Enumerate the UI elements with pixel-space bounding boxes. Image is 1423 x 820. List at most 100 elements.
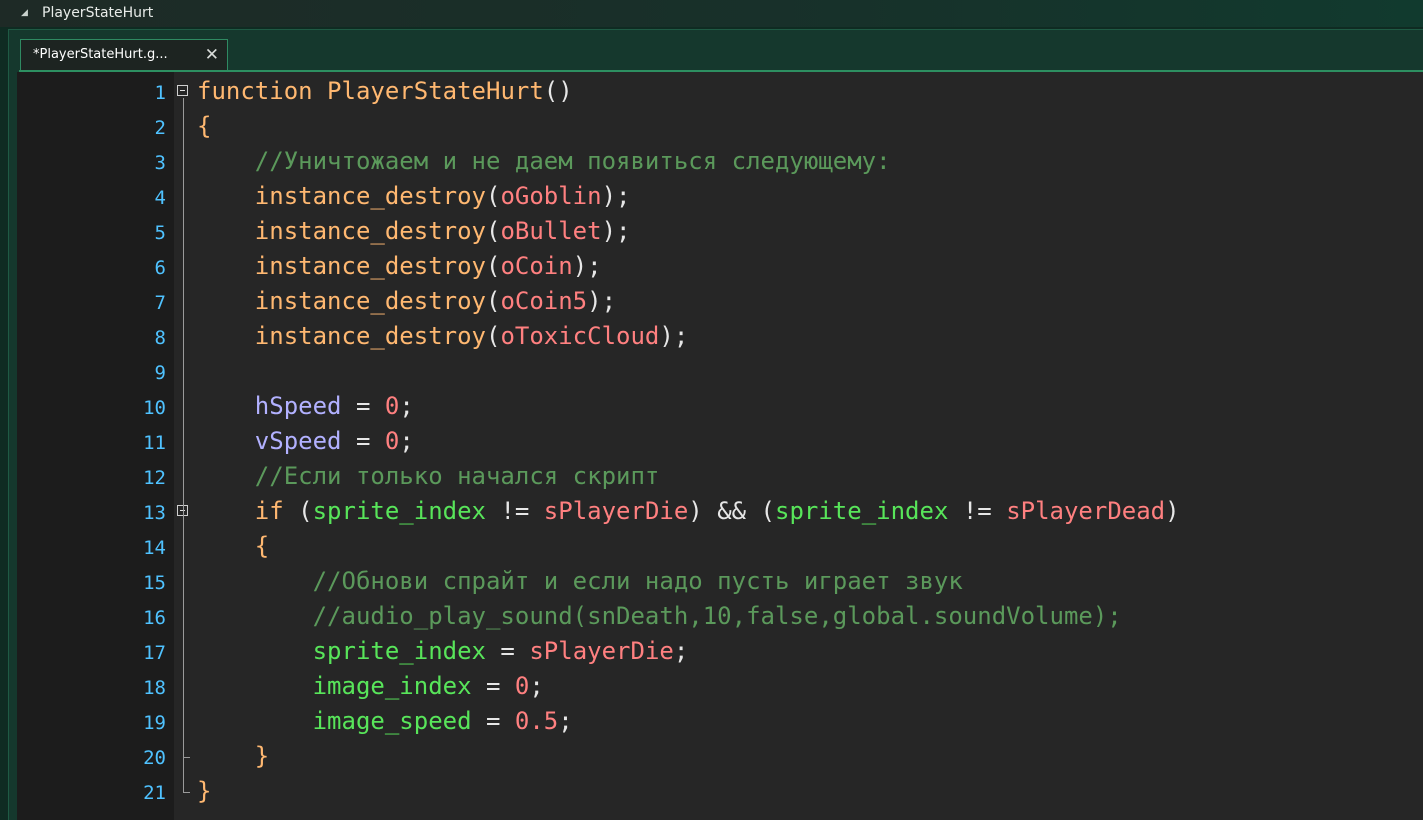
code-token: if: [254, 497, 284, 525]
code-token: ): [1165, 497, 1180, 525]
code-token: //Обнови спрайт и если надо пусть играет…: [312, 567, 963, 595]
fold-end-tick: [183, 757, 190, 758]
code-token: sPlayerDie: [543, 497, 689, 525]
code-line[interactable]: 10 hSpeed = 0;: [17, 389, 1423, 424]
code-token: (): [543, 77, 573, 105]
code-token: 0: [384, 392, 400, 420]
code-line[interactable]: 4 instance_destroy(oGoblin);: [17, 179, 1423, 214]
code-editor[interactable]: 1 function PlayerStateHurt() 2{3 //Уничтож…: [17, 72, 1423, 820]
code-text: instance_destroy(oBullet);: [197, 214, 631, 249]
line-number: 16: [143, 607, 166, 629]
code-line[interactable]: 1 function PlayerStateHurt(): [17, 74, 1423, 109]
code-line[interactable]: 2{: [17, 109, 1423, 144]
line-number: 10: [143, 397, 166, 419]
code-text: image_speed = 0.5;: [197, 704, 573, 739]
code-line[interactable]: 18 image_index = 0;: [17, 669, 1423, 704]
line-number: 17: [143, 642, 166, 664]
code-text: function PlayerStateHurt(): [197, 74, 573, 109]
code-line[interactable]: 3 //Уничтожаем и не даем появиться следу…: [17, 144, 1423, 179]
code-line[interactable]: 17 sprite_index = sPlayerDie;: [17, 634, 1423, 669]
code-line[interactable]: 6 instance_destroy(oCoin);: [17, 249, 1423, 284]
code-token: );: [601, 217, 631, 245]
code-token: image_index: [312, 672, 472, 700]
code-line[interactable]: 13 if (sprite_index != sPlayerDie) && (s…: [17, 494, 1423, 529]
code-line[interactable]: 15 //Обнови спрайт и если надо пусть игр…: [17, 564, 1423, 599]
code-text: hSpeed = 0;: [197, 389, 414, 424]
code-line[interactable]: 7 instance_destroy(oCoin5);: [17, 284, 1423, 319]
line-number: 9: [154, 362, 166, 384]
code-line[interactable]: 20 }: [17, 739, 1423, 774]
code-line[interactable]: 5 instance_destroy(oBullet);: [17, 214, 1423, 249]
code-text: instance_destroy(oToxicCloud);: [197, 319, 689, 354]
code-text: vSpeed = 0;: [197, 424, 414, 459]
line-number: 21: [143, 782, 166, 804]
window-titlebar: ◢ PlayerStateHurt: [0, 0, 1423, 27]
code-text: //Если только начался скрипт: [197, 459, 660, 494]
code-text: if (sprite_index != sPlayerDie) && (spri…: [197, 494, 1180, 529]
code-token: oCoin5: [500, 287, 588, 315]
collapse-triangle-icon[interactable]: ◢: [21, 0, 28, 27]
line-number: 20: [143, 747, 166, 769]
code-line[interactable]: 8 instance_destroy(oToxicCloud);: [17, 319, 1423, 354]
window-title: PlayerStateHurt: [42, 5, 154, 21]
code-text: //Обнови спрайт и если надо пусть играет…: [197, 564, 963, 599]
code-text: image_index = 0;: [197, 669, 544, 704]
code-line[interactable]: 11 vSpeed = 0;: [17, 424, 1423, 459]
line-number: 15: [143, 572, 166, 594]
code-line[interactable]: 19 image_speed = 0.5;: [17, 704, 1423, 739]
code-token: image_speed: [312, 707, 472, 735]
code-token: sprite_index: [775, 497, 949, 525]
code-line[interactable]: 12 //Если только начался скрипт: [17, 459, 1423, 494]
code-token: instance_destroy: [254, 287, 486, 315]
fold-end-tick: [183, 792, 190, 793]
code-token: //Уничтожаем и не даем появиться следующ…: [254, 147, 891, 175]
code-text: }: [197, 739, 269, 774]
code-token: );: [572, 252, 602, 280]
code-token: ;: [399, 427, 414, 455]
code-token: );: [587, 287, 617, 315]
code-token: sprite_index: [312, 497, 486, 525]
close-icon[interactable]: ✕: [205, 40, 219, 70]
code-token: vSpeed: [254, 427, 342, 455]
tab-playerstatehurt[interactable]: *PlayerStateHurt.g... ✕: [20, 39, 228, 71]
code-token: oGoblin: [500, 182, 602, 210]
code-token: =: [485, 637, 530, 665]
code-token: !=: [948, 497, 1007, 525]
fold-toggle-icon[interactable]: [177, 85, 188, 96]
code-token: ;: [673, 637, 689, 665]
code-line[interactable]: 21}: [17, 774, 1423, 809]
line-number: 11: [143, 432, 166, 454]
line-number: 3: [154, 152, 166, 174]
code-line[interactable]: 14 {: [17, 529, 1423, 564]
fold-guide: [183, 518, 184, 757]
code-token: function: [197, 77, 313, 105]
code-token: oCoin: [500, 252, 573, 280]
code-line[interactable]: 9: [17, 354, 1423, 389]
line-number: 8: [154, 327, 166, 349]
code-text: {: [197, 529, 269, 564]
code-text: }: [197, 774, 211, 809]
tab-bar: *PlayerStateHurt.g... ✕: [8, 29, 1423, 71]
line-number: 18: [143, 677, 166, 699]
code-token: ) && (: [688, 497, 775, 525]
code-token: !=: [486, 497, 544, 525]
line-number: 1: [154, 82, 166, 104]
code-line[interactable]: 16 //audio_play_sound(snDeath,10,false,g…: [17, 599, 1423, 634]
code-token: {: [254, 532, 270, 560]
code-token: (: [283, 497, 313, 525]
code-token: ;: [529, 672, 544, 700]
code-token: 0.5: [514, 707, 559, 735]
code-token: sPlayerDead: [1006, 497, 1166, 525]
code-token: hSpeed: [254, 392, 342, 420]
